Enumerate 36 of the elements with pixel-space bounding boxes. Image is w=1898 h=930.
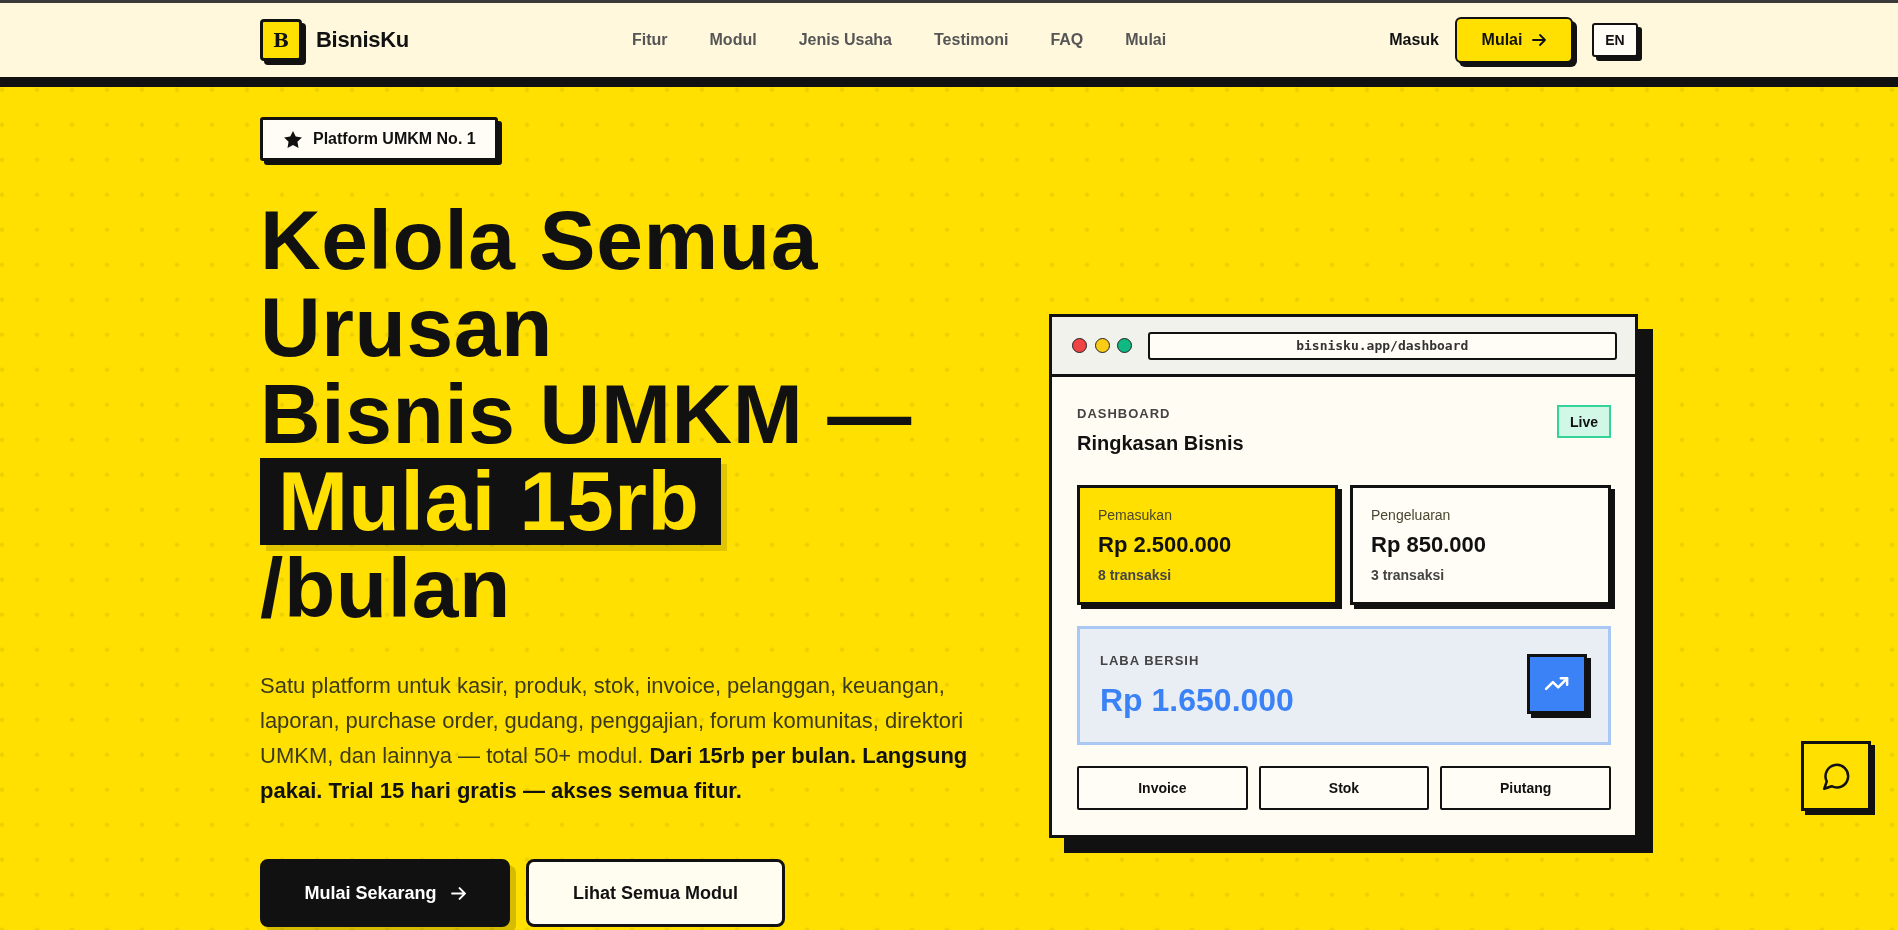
trend-up-icon: [1527, 653, 1591, 718]
window-dot-icon: [1072, 338, 1087, 353]
dashboard-title: Ringkasan Bisnis: [1077, 431, 1244, 456]
badge-label: Platform UMKM No. 1: [313, 130, 476, 148]
secondary-cta-button[interactable]: Lihat Semua Modul: [526, 859, 785, 927]
nav-link[interactable]: Fitur: [632, 31, 668, 49]
nav-link[interactable]: Jenis Usaha: [798, 31, 892, 49]
star-icon: [284, 130, 302, 148]
window-dot-icon: [1117, 338, 1132, 353]
hero-headline: Kelola Semua Urusan Bisnis UMKM — Mulai 15rb /bulan: [260, 197, 913, 632]
nav-link[interactable]: Mulai: [1125, 31, 1167, 49]
stat-label: Pengeluaran: [1371, 506, 1452, 525]
nav-link[interactable]: Modul: [709, 31, 757, 49]
stat-note: 3 transaksi: [1371, 566, 1446, 585]
profit-value: Rp 1.650.000: [1100, 680, 1294, 720]
chat-icon: [1822, 762, 1850, 790]
profit-label: LABA BERSIH: [1100, 651, 1201, 670]
primary-cta-button[interactable]: Mulai Sekarang: [260, 859, 510, 927]
stat-value: Rp 850.000: [1371, 531, 1487, 559]
arrow-icon: [450, 886, 466, 900]
stat-value: Rp 2.500.000: [1098, 531, 1233, 559]
url-field: bisnisku.app/dashboard: [1147, 331, 1617, 360]
window-dot-icon: [1094, 338, 1110, 353]
arrow-icon: [1532, 34, 1547, 46]
shortcut-button[interactable]: Stok: [1258, 766, 1430, 810]
shortcut-button[interactable]: Piutang: [1440, 766, 1611, 810]
login-link[interactable]: Masuk: [1389, 31, 1439, 49]
shortcut-button[interactable]: Invoice: [1077, 766, 1248, 810]
hero-description: Satu platform untuk kasir, produk, stok, invoice, pelanggan, keuangan, laporan, purchase order, gudang, penggajian, forum komunitas, direktori UMKM, dan lainnya — total 50+ modul. Dari 15rb per bulan. Langsung pakai. Trial 15 hari gratis — akses semua fitur.: [260, 672, 969, 805]
dashboard-eyebrow: DASHBOARD: [1077, 405, 1172, 423]
nav-link[interactable]: FAQ: [1050, 31, 1084, 49]
stat-label: Pemasukan: [1098, 506, 1173, 525]
live-badge: Live: [1557, 405, 1611, 438]
brand-name[interactable]: BisnisKu: [316, 27, 409, 53]
nav-link[interactable]: Testimoni: [934, 31, 1009, 49]
stat-note: 8 transaksi: [1098, 566, 1173, 585]
